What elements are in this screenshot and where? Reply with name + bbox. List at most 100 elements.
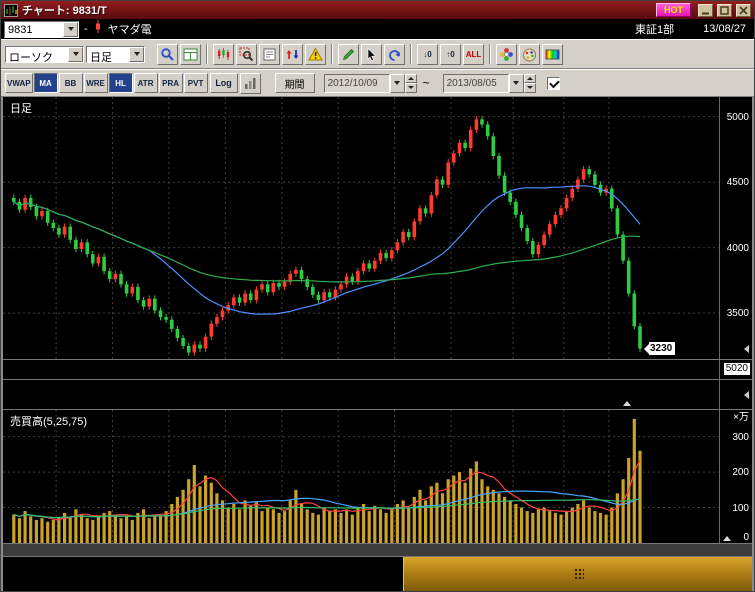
sub-pane-axis: 5020 — [719, 360, 752, 379]
spacer-pane — [3, 380, 752, 410]
log-scale-button[interactable]: Log — [210, 73, 238, 93]
date-to-spinner[interactable] — [524, 74, 536, 93]
date-from-spinner[interactable] — [405, 74, 417, 93]
date-to-dropdown[interactable] — [509, 74, 524, 93]
candles-icon — [216, 47, 231, 62]
chart-app-icon — [4, 4, 18, 17]
chart-area: 日足 5000450040003500 3230 5020 売買高(5,25,7… — [1, 97, 754, 592]
compare-button[interactable] — [282, 44, 303, 65]
close-button[interactable] — [736, 4, 751, 17]
volume-tick-label: 200 — [732, 467, 749, 478]
timeframe-dropdown[interactable] — [129, 47, 144, 62]
timeframe-combo[interactable]: 日足 — [86, 46, 145, 63]
chart-type-dropdown[interactable] — [68, 47, 83, 62]
indicator-button-hl[interactable]: HL — [109, 73, 133, 93]
pane-scroll-left-icon[interactable] — [744, 345, 749, 353]
color-flower-icon — [499, 47, 514, 62]
indicator-button-bb[interactable]: BB — [59, 73, 83, 93]
volume-chart — [3, 410, 721, 543]
chevron-down-icon — [73, 52, 79, 56]
date-from-field[interactable]: 2012/10/09 — [324, 74, 417, 93]
price-tick-label: 4500 — [727, 177, 749, 188]
timeframe-value: 日足 — [87, 47, 129, 62]
chevron-down-icon — [394, 81, 400, 85]
undo-button[interactable] — [384, 44, 405, 65]
toolbar-separator — [489, 44, 491, 64]
pointer-button[interactable] — [361, 44, 382, 65]
cursor-icon — [364, 47, 379, 62]
sub-pane[interactable]: 5020 — [3, 360, 752, 380]
navigator-sparkline — [3, 557, 752, 591]
quote-date-label: 13/08/27 — [703, 23, 746, 35]
minimize-button[interactable] — [698, 4, 713, 17]
price-tick-label: 3500 — [727, 308, 749, 319]
layout-button[interactable] — [180, 44, 201, 65]
auto-update-checkbox[interactable] — [547, 77, 560, 90]
navigator-grip[interactable] — [574, 568, 584, 580]
symbol-code-combo[interactable]: 9831 — [4, 21, 79, 38]
titlebar: チャート: 9831/T HOT — [1, 1, 754, 19]
indicator-button-pvt[interactable]: PVT — [184, 73, 208, 93]
indicator-button-ma[interactable]: MA — [34, 73, 58, 93]
palette-icon — [522, 47, 537, 62]
zoom-button[interactable] — [157, 44, 178, 65]
news-button[interactable] — [259, 44, 280, 65]
volume-tick-label: 100 — [732, 503, 749, 514]
color-settings-button[interactable] — [496, 44, 517, 65]
chevron-down-icon — [134, 52, 140, 56]
alert-button[interactable] — [305, 44, 326, 65]
spin-down-icon[interactable] — [405, 83, 417, 93]
bar-chart-icon — [243, 76, 258, 91]
indicator-button-vwap[interactable]: VWAP — [5, 73, 33, 93]
price-axis: 5000450040003500 — [719, 97, 752, 359]
hot-button[interactable]: HOT — [656, 3, 691, 17]
all-button[interactable]: ALL — [463, 44, 484, 65]
toolbar-separator — [206, 44, 208, 64]
search-icon — [160, 47, 175, 62]
symbol-name: ヤマダ電 — [108, 21, 152, 37]
candlestick-chart — [3, 97, 721, 359]
date-to-field[interactable]: 2013/08/05 — [443, 74, 536, 93]
volume-tick-label: 300 — [732, 432, 749, 443]
main-price-pane[interactable]: 日足 5000450040003500 3230 — [3, 97, 752, 360]
spacer-axis — [719, 380, 752, 409]
spin-up-icon[interactable] — [405, 74, 417, 84]
toolbar-separator — [410, 44, 412, 64]
spin-down-icon[interactable] — [524, 83, 536, 93]
current-price-tag: 3230 — [644, 342, 675, 355]
period-button[interactable]: 期間 — [275, 73, 315, 93]
gradient-button[interactable] — [542, 44, 563, 65]
pane-label: 日足 — [10, 100, 32, 116]
spin-up-icon[interactable] — [524, 74, 536, 84]
range-navigator[interactable] — [3, 557, 752, 591]
chart-mode-button[interactable] — [213, 44, 234, 65]
chart-type-combo[interactable]: ローソク — [5, 46, 84, 63]
symbol-header: 9831 - ヤマダ電 東証1部 13/08/27 — [1, 19, 754, 39]
volume-axis: ×万 3002001000 — [719, 410, 752, 543]
up-count-button[interactable]: ↑0 — [440, 44, 461, 65]
market-label: 東証1部 — [635, 21, 674, 37]
news-icon — [262, 47, 277, 62]
zoom-area-button[interactable] — [236, 44, 257, 65]
down-count-button[interactable]: ↓0 — [417, 44, 438, 65]
symbol-combo-dropdown[interactable] — [63, 22, 78, 37]
pane-scroll-left-icon[interactable] — [744, 391, 749, 399]
indicator-button-pra[interactable]: PRA — [159, 73, 183, 93]
volume-pane[interactable]: 売買高(5,25,75) ×万 3002001000 — [3, 410, 752, 544]
chart-type-value: ローソク — [6, 47, 68, 62]
price-tick-label: 5000 — [727, 112, 749, 123]
scale-button[interactable] — [240, 73, 261, 94]
layout-icon — [183, 47, 198, 62]
range-separator: ~ — [423, 76, 430, 90]
pencil-icon — [341, 47, 356, 62]
indicator-button-atr[interactable]: ATR — [134, 73, 158, 93]
sub-pane-value-tag: 5020 — [724, 363, 750, 375]
palette-button[interactable] — [519, 44, 540, 65]
draw-button[interactable] — [338, 44, 359, 65]
volume-latest-marker-icon — [723, 536, 731, 541]
indicator-button-wre[interactable]: WRE — [84, 73, 108, 93]
maximize-button[interactable] — [717, 4, 732, 17]
date-from-dropdown[interactable] — [390, 74, 405, 93]
current-price-value: 3230 — [649, 342, 675, 355]
chevron-down-icon — [68, 27, 74, 31]
